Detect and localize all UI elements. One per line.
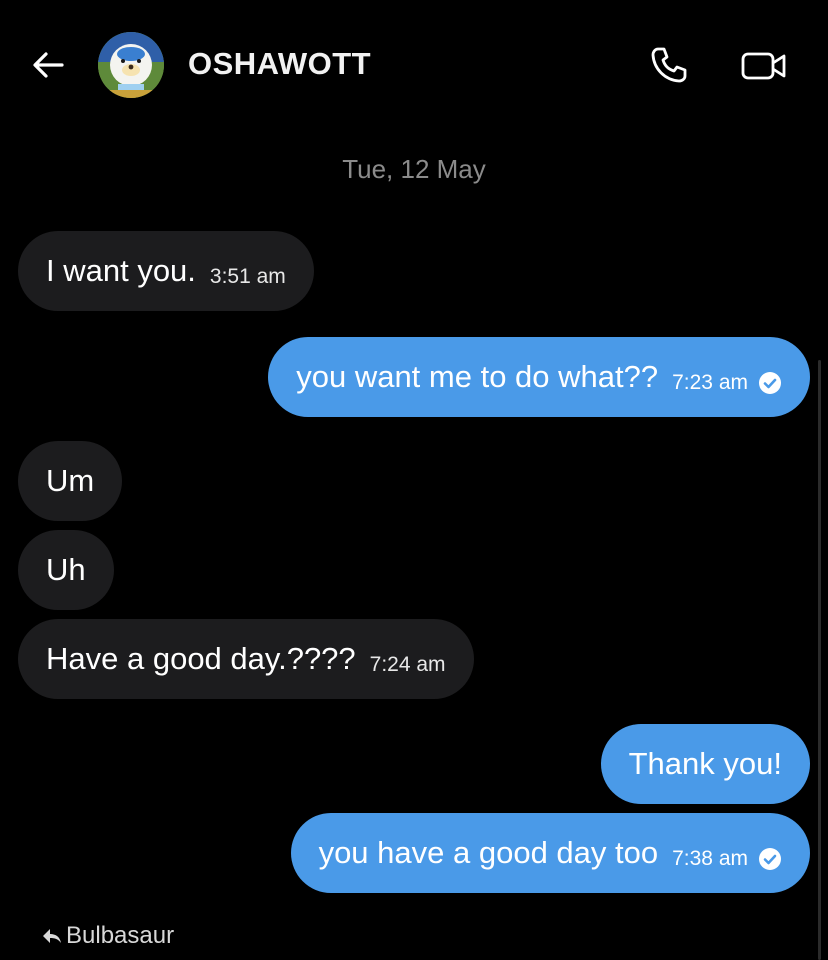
back-button[interactable] [28, 45, 68, 85]
video-call-button[interactable] [740, 46, 788, 86]
reply-arrow-icon [43, 929, 61, 943]
message-time: 3:51 am [209, 265, 286, 288]
message-text: Uh [46, 552, 86, 587]
call-button[interactable] [648, 44, 690, 86]
oshawott-avatar-image [98, 32, 164, 98]
reply-hint[interactable]: Bulbasaur [42, 922, 174, 950]
message-text: Um [46, 463, 95, 498]
message-time: 7:38 am [672, 847, 748, 870]
incoming-message[interactable]: I want you. 3:51 am [18, 231, 314, 311]
message-text: you want me to do what?? [296, 359, 659, 394]
date-separator: Tue, 12 May [342, 154, 486, 184]
outgoing-message[interactable]: Thank you! [600, 724, 810, 804]
incoming-message[interactable]: Uh [18, 530, 114, 610]
outgoing-message[interactable]: you have a good day too 7:38 am [290, 813, 810, 893]
arrow-left-icon [33, 52, 64, 78]
reply-hint-label: Bulbasaur [66, 922, 175, 949]
avatar[interactable] [98, 32, 164, 98]
phone-icon [651, 47, 687, 83]
message-text: Have a good day.???? [46, 641, 356, 676]
contact-name[interactable]: OSHAWOTT [188, 46, 371, 82]
message-time: 7:23 am [672, 371, 748, 394]
incoming-message[interactable]: Um [18, 441, 123, 521]
scrollbar[interactable] [818, 360, 821, 960]
incoming-message[interactable]: Have a good day.???? 7:24 am [18, 619, 474, 699]
message-text: you have a good day too [318, 835, 659, 870]
outgoing-message[interactable]: you want me to do what?? 7:23 am [268, 337, 810, 417]
read-check-icon [759, 848, 781, 870]
video-camera-icon [741, 52, 786, 80]
message-text: I want you. [46, 253, 196, 288]
chat-header: OSHAWOTT [0, 0, 828, 130]
read-check-icon [759, 372, 781, 394]
message-text: Thank you! [628, 746, 782, 781]
message-time: 7:24 am [369, 653, 446, 676]
